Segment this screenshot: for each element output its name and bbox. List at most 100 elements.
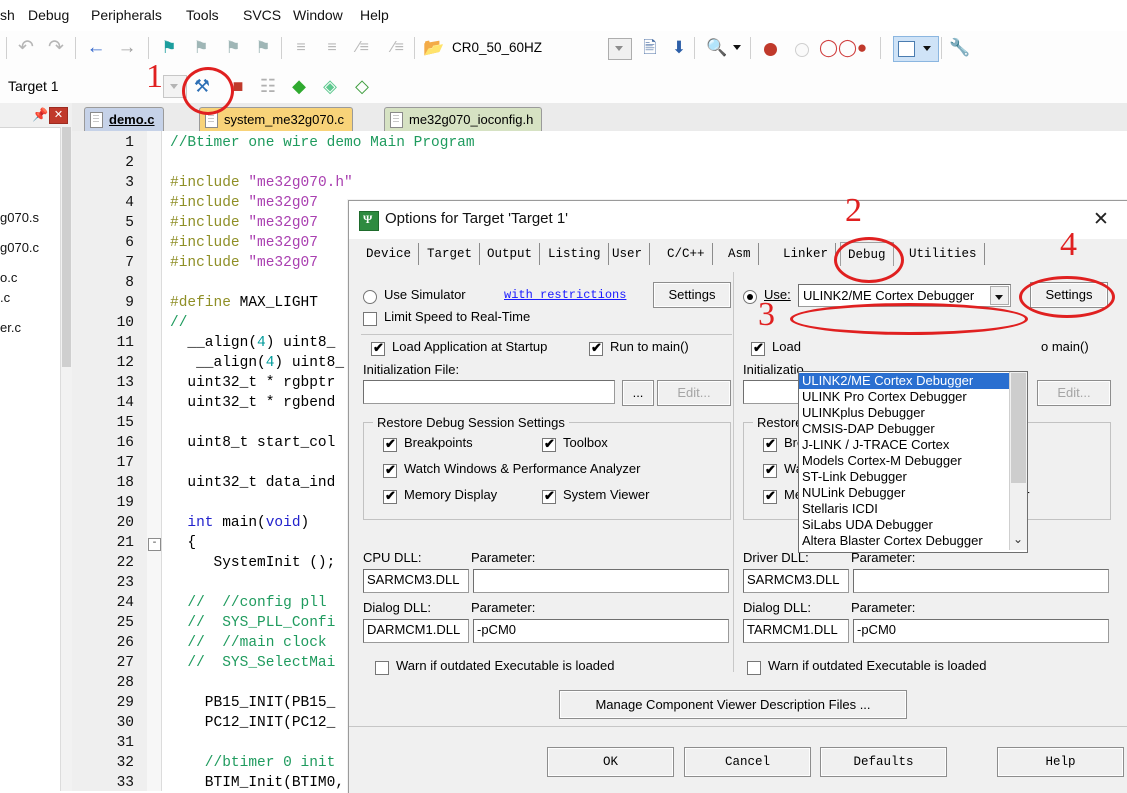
comment-icon[interactable]: ⁄≡	[351, 36, 375, 60]
dropdown-scrollbar[interactable]: ⌄	[1009, 372, 1027, 550]
dialog-dll-input[interactable]: DARMCM1.DLL	[363, 619, 469, 643]
find-in-files-icon[interactable]: ⬇	[667, 36, 691, 60]
bookmark-clear-icon[interactable]: ⚑	[251, 36, 275, 60]
dropdown-option[interactable]: ULINKplus Debugger	[799, 405, 1009, 421]
editor-tab-demo-c[interactable]: demo.c	[84, 107, 164, 132]
memory-display-checkbox[interactable]	[383, 489, 397, 504]
breakpoint-kill-icon[interactable]: ●	[850, 36, 874, 60]
tab-device[interactable]: Device	[359, 243, 420, 265]
simulator-settings-button[interactable]: Settings	[653, 282, 731, 308]
tab-listing[interactable]: Listing	[541, 243, 609, 265]
close-icon[interactable]: ✕	[49, 107, 68, 124]
project-dropdown-icon[interactable]	[608, 38, 632, 60]
tab-c-cpp[interactable]: C/C++	[660, 243, 713, 265]
dropdown-option[interactable]: Models Cortex-M Debugger	[799, 453, 1009, 469]
initialization-file-input[interactable]	[363, 380, 615, 404]
use-debugger-radio[interactable]	[743, 290, 757, 304]
edit-button[interactable]: Edit...	[657, 380, 731, 406]
help-button[interactable]: Help	[997, 747, 1124, 777]
with-restrictions-link[interactable]: with restrictions	[504, 288, 626, 302]
indent-icon[interactable]: ≡	[289, 36, 313, 60]
bookmark-icon[interactable]: ⚑	[157, 36, 181, 60]
manage-runtime-icon[interactable]: ◇	[350, 74, 374, 98]
cpu-parameter-input[interactable]	[473, 569, 729, 593]
warn-outdated-checkbox[interactable]	[747, 661, 761, 675]
outdent-icon[interactable]: ≡	[320, 36, 344, 60]
watch-windows-checkbox[interactable]	[383, 463, 397, 478]
tab-asm[interactable]: Asm	[721, 243, 759, 265]
project-file-1[interactable]: g070.c	[0, 240, 39, 255]
chevron-down-icon[interactable]	[990, 286, 1009, 305]
browse-button[interactable]: ...	[622, 380, 654, 406]
bookmark-prev-icon[interactable]: ⚑	[189, 36, 213, 60]
menu-item-sh[interactable]: sh	[0, 7, 15, 23]
close-icon[interactable]: ✕	[1084, 207, 1118, 233]
tab-utilities[interactable]: Utilities	[902, 243, 985, 265]
menu-item-tools[interactable]: Tools	[186, 7, 219, 23]
edit-button[interactable]: Edit...	[1037, 380, 1111, 406]
forward-icon[interactable]: →	[115, 36, 139, 60]
menu-item-svcs[interactable]: SVCS	[243, 7, 281, 23]
watch-windows-checkbox[interactable]	[763, 463, 777, 478]
uncomment-icon[interactable]: ⁄≡	[386, 36, 410, 60]
options-target-icon[interactable]: ◆	[287, 74, 311, 98]
driver-dll-input[interactable]: SARMCM3.DLL	[743, 569, 849, 593]
magnifier-icon[interactable]: 🔍	[705, 36, 729, 60]
driver-parameter-input[interactable]	[853, 569, 1109, 593]
chevron-down-icon[interactable]: ⌄	[1013, 532, 1023, 546]
dropdown-option[interactable]: ULINK Pro Cortex Debugger	[799, 389, 1009, 405]
undo-icon[interactable]: ↶	[14, 36, 38, 60]
magnifier-dropdown-icon[interactable]	[733, 45, 741, 50]
breakpoints-checkbox[interactable]	[383, 437, 397, 452]
tab-output[interactable]: Output	[480, 243, 541, 265]
project-file-3[interactable]: .c	[0, 290, 10, 305]
menu-item-help[interactable]: Help	[360, 7, 389, 23]
dropdown-option[interactable]: CMSIS-DAP Debugger	[799, 421, 1009, 437]
cancel-button[interactable]: Cancel	[684, 747, 811, 777]
menu-item-debug[interactable]: Debug	[28, 7, 69, 23]
dropdown-option[interactable]: ST-Link Debugger	[799, 469, 1009, 485]
menu-item-window[interactable]: Window	[293, 7, 343, 23]
toolbox-checkbox[interactable]	[542, 437, 556, 452]
scrollbar-thumb[interactable]	[1011, 373, 1026, 483]
tab-target[interactable]: Target	[420, 243, 481, 265]
scrollbar-thumb[interactable]	[62, 127, 71, 367]
load-application-checkbox[interactable]	[371, 341, 385, 356]
bookmark-next-icon[interactable]: ⚑	[221, 36, 245, 60]
limit-speed-checkbox[interactable]	[363, 312, 377, 326]
defaults-button[interactable]: Defaults	[820, 747, 947, 777]
dropdown-option[interactable]: SiLabs UDA Debugger	[799, 517, 1009, 533]
breakpoints-checkbox[interactable]	[763, 437, 777, 452]
project-file-0[interactable]: g070.s	[0, 210, 39, 225]
manage-project-items-icon[interactable]: ☷	[256, 74, 280, 98]
project-file-4[interactable]: er.c	[0, 320, 21, 335]
dialog-parameter-input[interactable]: -pCM0	[473, 619, 729, 643]
window-panel-icon[interactable]	[893, 36, 939, 62]
pack-installer-icon[interactable]: ◈	[318, 74, 342, 98]
editor-tab-me32g070-ioconfig-h[interactable]: me32g070_ioconfig.h	[384, 107, 543, 132]
fold-toggle-icon[interactable]: -	[148, 538, 161, 551]
use-simulator-radio[interactable]	[363, 290, 377, 304]
breakpoint-disable-icon[interactable]	[795, 43, 809, 57]
system-viewer-checkbox[interactable]	[542, 489, 556, 504]
configure-icon[interactable]: 🔧	[948, 36, 972, 60]
warn-outdated-checkbox[interactable]	[375, 661, 389, 675]
redo-icon[interactable]: ↷	[44, 36, 68, 60]
dropdown-option[interactable]: Altera Blaster Cortex Debugger	[799, 533, 1009, 549]
tab-linker[interactable]: Linker	[776, 243, 837, 265]
tab-user[interactable]: User	[605, 243, 651, 265]
breakpoint-icon[interactable]	[764, 43, 777, 56]
cpu-dll-input[interactable]: SARMCM3.DLL	[363, 569, 469, 593]
project-panel-scrollbar[interactable]	[60, 127, 72, 791]
pin-icon[interactable]: 📌	[32, 107, 48, 123]
dropdown-option[interactable]: J-LINK / J-TRACE Cortex	[799, 437, 1009, 453]
debugger-dropdown-list[interactable]: ULINK2/ME Cortex Debugger ULINK Pro Corte…	[798, 371, 1028, 553]
project-file-2[interactable]: o.c	[0, 270, 17, 285]
dialog-dll-input[interactable]: TARMCM1.DLL	[743, 619, 849, 643]
menu-item-peripherals[interactable]: Peripherals	[91, 7, 162, 23]
dialog-parameter-input[interactable]: -pCM0	[853, 619, 1109, 643]
insert-file-icon[interactable]: 🖹	[638, 36, 662, 60]
breakpoint-toggle-icon[interactable]: ◯◯	[819, 36, 857, 60]
dropdown-option[interactable]: NULink Debugger	[799, 485, 1009, 501]
run-to-main-checkbox[interactable]	[589, 341, 603, 356]
